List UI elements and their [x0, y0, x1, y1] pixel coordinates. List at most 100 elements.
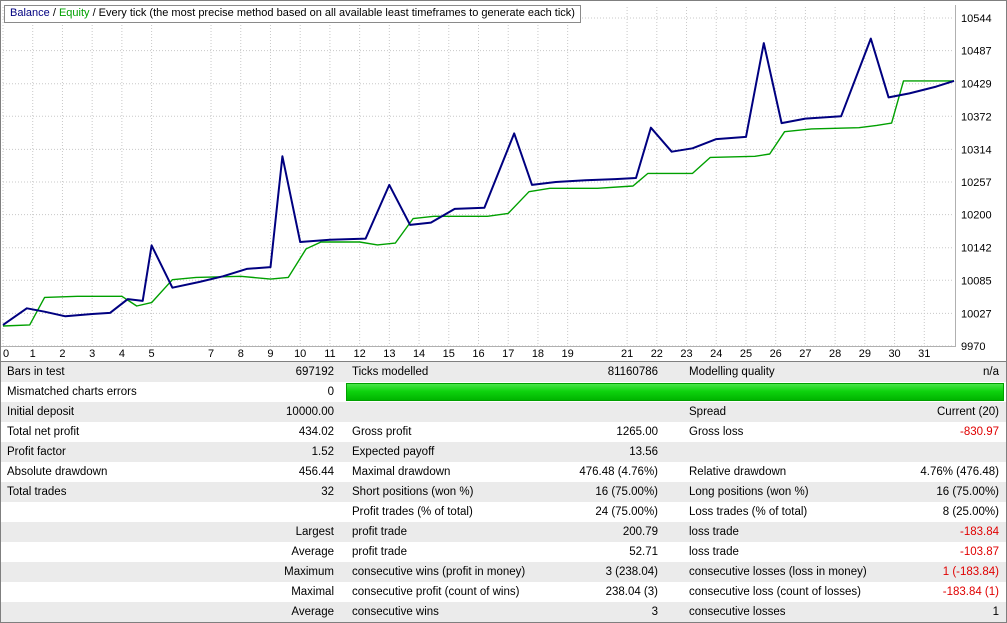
x-axis-label: 13: [383, 348, 395, 360]
report-cell: consecutive loss (count of losses) -183.8…: [676, 582, 1006, 602]
cell-value: 4.76% (476.48): [920, 466, 999, 478]
cell-value: 8 (25.00%): [942, 506, 999, 518]
x-axis-label: 28: [829, 348, 841, 360]
y-axis-label: 10142: [961, 243, 992, 255]
cell-label: Profit factor: [7, 446, 66, 458]
x-axis-label: 21: [621, 348, 633, 360]
report-cell: Total trades 32: [1, 482, 346, 502]
report-cell: Initial deposit 10000.00: [1, 402, 346, 422]
legend-separator: /: [49, 7, 59, 19]
cell-value: 200.79: [622, 526, 658, 538]
cell-value: 16 (75.00%): [595, 486, 658, 498]
cell-value: 1265.00: [616, 426, 658, 438]
cell-label: Total trades: [7, 486, 67, 498]
y-axis-label: 10487: [961, 46, 992, 58]
cell-label: Expected payoff: [352, 446, 435, 458]
cell-value: 13.56: [629, 446, 658, 458]
cell-label: consecutive losses: [689, 606, 786, 618]
cell-value: 238.04 (3): [605, 586, 658, 598]
report-cell: Maximal: [1, 582, 346, 602]
x-axis-label: 7: [208, 348, 214, 360]
report-cell: [676, 442, 1006, 462]
report-cell: Mismatched charts errors 0: [1, 382, 346, 402]
cell-value: n/a: [983, 366, 999, 378]
cell-value: 81160786: [607, 366, 658, 378]
report-cell: Total net profit 434.02: [1, 422, 346, 442]
cell-label: Mismatched charts errors: [7, 386, 137, 398]
report-cell: profit trade 200.79: [346, 522, 676, 542]
report-cell: Average: [1, 542, 346, 562]
cell-value: 0: [327, 386, 334, 398]
x-axis-label: 24: [710, 348, 722, 360]
x-axis-label: 16: [472, 348, 484, 360]
cell-value: 1.52: [311, 446, 334, 458]
x-axis-label: 2: [59, 348, 65, 360]
cell-value: 456.44: [298, 466, 334, 478]
cell-label: Relative drawdown: [689, 466, 787, 478]
cell-value: 16 (75.00%): [936, 486, 999, 498]
cell-value: Maximal: [291, 586, 334, 598]
x-axis-label: 11: [324, 348, 335, 360]
cell-label: Short positions (won %): [352, 486, 474, 498]
report-cell: Short positions (won %) 16 (75.00%): [346, 482, 676, 502]
y-axis-label: 10372: [961, 111, 992, 123]
x-axis-label: 19: [562, 348, 574, 360]
cell-value: 3: [651, 606, 658, 618]
cell-value: 32: [321, 486, 334, 498]
report-cell: consecutive losses (loss in money) 1 (-18…: [676, 562, 1006, 582]
report-cell: consecutive profit (count of wins) 238.04…: [346, 582, 676, 602]
cell-label: Loss trades (% of total): [689, 506, 808, 518]
legend-balance-label: Balance: [10, 7, 50, 19]
cell-value: -183.84: [959, 526, 999, 538]
y-axis-label: 10429: [961, 79, 992, 91]
x-axis-label: 15: [443, 348, 455, 360]
chart-canvas: 9970100271008510142102001025710314103721…: [1, 5, 992, 360]
modelling-quality-bar: [346, 383, 1004, 401]
report-cell: Gross loss -830.97: [676, 422, 1006, 442]
report-table: Bars in test 697192 Ticks modelled 81160786…: [1, 361, 1006, 622]
cell-label: loss trade: [689, 526, 739, 538]
x-axis-label: 30: [888, 348, 900, 360]
cell-label: Long positions (won %): [689, 486, 809, 498]
report-cell: Maximal drawdown 476.48 (4.76%): [346, 462, 676, 482]
legend-method-label: / Every tick (the most precise method ba…: [89, 7, 575, 19]
x-axis-label: 3: [89, 348, 95, 360]
report-cell: Profit factor 1.52: [1, 442, 346, 462]
report-row: Total trades 32 Short positions (won %) 16 …: [1, 482, 1006, 502]
cell-label: consecutive wins: [352, 606, 439, 618]
cell-label: Modelling quality: [689, 366, 775, 378]
report-cell: Largest: [1, 522, 346, 542]
cell-label: Profit trades (% of total): [352, 506, 473, 518]
cell-value: 52.71: [629, 546, 658, 558]
x-axis-label: 4: [119, 348, 125, 360]
x-axis-label: 23: [680, 348, 692, 360]
report-cell: Ticks modelled 81160786: [346, 362, 676, 382]
report-row: Maximum consecutive wins (profit in money…: [1, 562, 1006, 582]
report-row: Initial deposit 10000.00 Spread Current (20…: [1, 402, 1006, 422]
report-row: Average consecutive wins 3 consecutive loss…: [1, 602, 1006, 622]
cell-value: 697192: [295, 366, 334, 378]
report-cell: Spread Current (20): [676, 402, 1006, 422]
report-row: Bars in test 697192 Ticks modelled 81160786…: [1, 362, 1006, 382]
cell-value: Current (20): [937, 406, 999, 418]
report-cell: consecutive losses 1: [676, 602, 1006, 622]
strategy-tester-report-window: 9970 10027 10085 10142 10200 10257 10314 10372 1…: [0, 0, 1007, 623]
balance-equity-chart: 9970 10027 10085 10142 10200 10257 10314 10372 1…: [1, 1, 1006, 361]
report-cell: [1, 502, 346, 522]
x-axis-label: 14: [413, 348, 425, 360]
cell-value: 476.48 (4.76%): [579, 466, 658, 478]
x-axis-label: 22: [651, 348, 663, 360]
report-row: Largest profit trade 200.79 loss trade -183.…: [1, 522, 1006, 542]
report-cell: Long positions (won %) 16 (75.00%): [676, 482, 1006, 502]
cell-value: 10000.00: [286, 406, 334, 418]
report-cell: Modelling quality n/a: [676, 362, 1006, 382]
report-row: Total net profit 434.02 Gross profit 1265.0…: [1, 422, 1006, 442]
x-axis-label: 9: [267, 348, 273, 360]
report-cell: loss trade -103.87: [676, 542, 1006, 562]
report-cell: Average: [1, 602, 346, 622]
cell-value: -830.97: [959, 426, 999, 438]
x-axis-label: 5: [149, 348, 155, 360]
cell-label: consecutive wins (profit in money): [352, 566, 526, 578]
modelling-quality-bar-cell: [346, 382, 1006, 402]
y-axis-label: 10085: [961, 275, 992, 287]
